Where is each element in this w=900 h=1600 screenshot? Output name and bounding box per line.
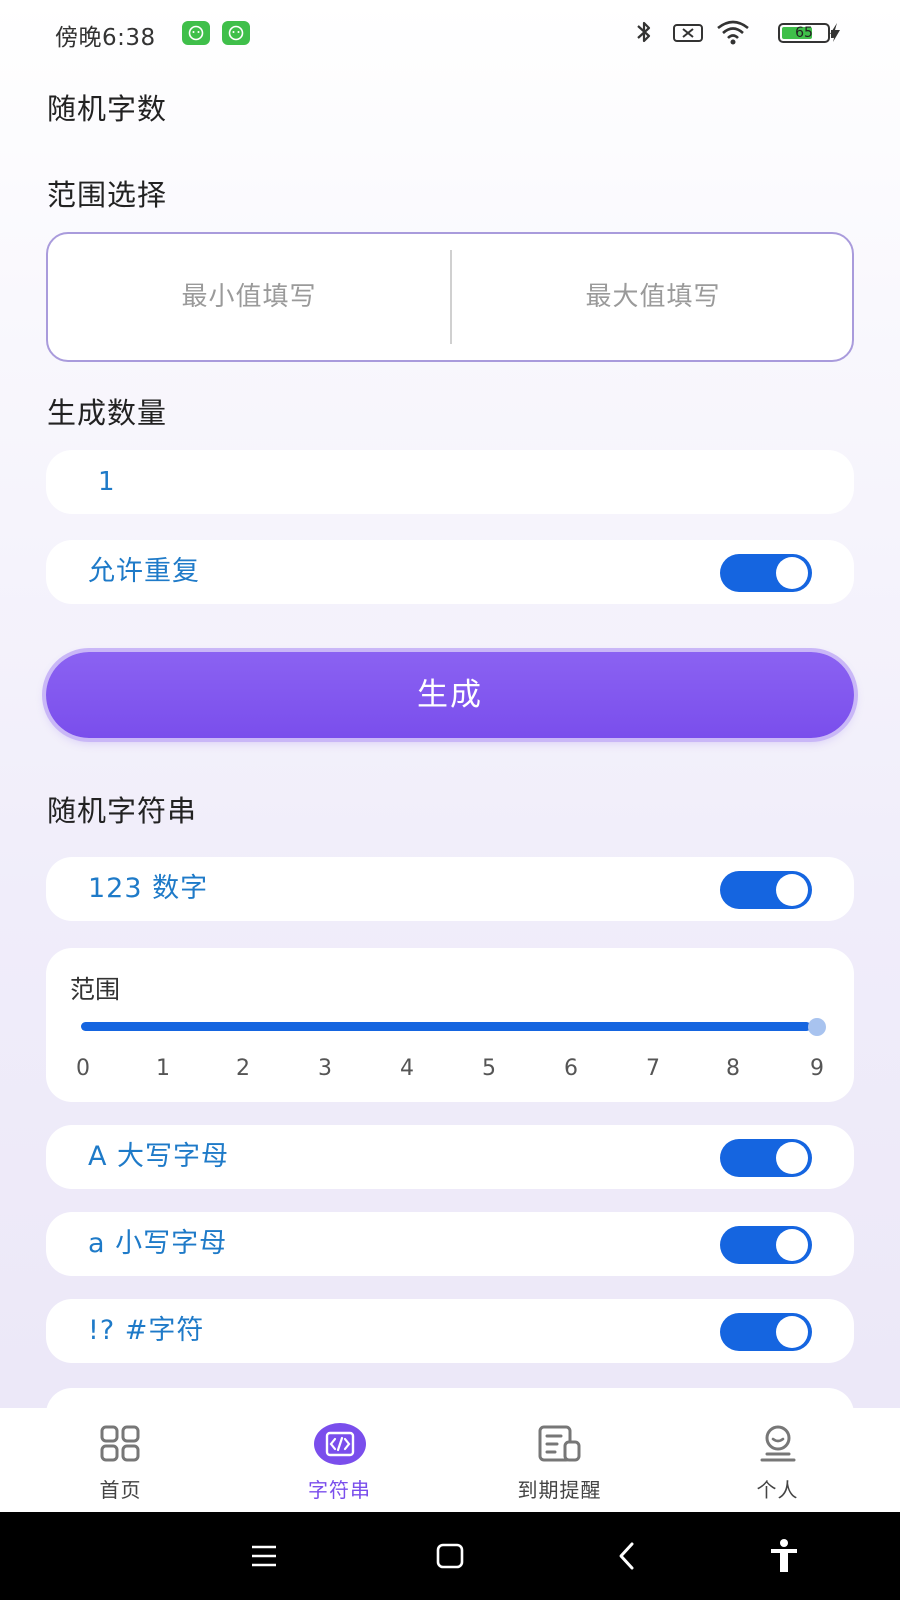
range-tick: 7	[646, 1056, 660, 1081]
uppercase-label: A 大写字母	[88, 1141, 230, 1172]
status-time: 傍晚6:38	[55, 25, 156, 51]
accessibility-icon[interactable]	[768, 1538, 800, 1574]
code-icon	[313, 1423, 366, 1465]
menu-icon[interactable]	[250, 1538, 278, 1574]
home-square-icon[interactable]	[436, 1538, 464, 1574]
range-tick: 3	[318, 1056, 332, 1081]
uppercase-toggle[interactable]	[720, 1139, 812, 1177]
lowercase-toggle[interactable]	[720, 1226, 812, 1264]
random-number-title: 随机字数	[47, 92, 168, 126]
digits-row: 123 数字	[46, 857, 854, 921]
range-tick: 5	[482, 1056, 496, 1081]
generate-button[interactable]: 生成	[46, 652, 854, 738]
digits-toggle[interactable]	[720, 871, 812, 909]
tab-home[interactable]: 首页	[8, 1408, 233, 1512]
uppercase-row: A 大写字母	[46, 1125, 854, 1189]
digit-range-slider-thumb[interactable]	[808, 1018, 826, 1036]
symbols-toggle[interactable]	[720, 1313, 812, 1351]
tab-string-label: 字符串	[308, 1478, 371, 1502]
sim-no-signal-icon	[673, 24, 703, 42]
range-tick: 8	[726, 1056, 740, 1081]
digits-label: 123 数字	[88, 873, 209, 904]
range-tick: 0	[76, 1056, 90, 1081]
allow-repeat-toggle[interactable]	[720, 554, 812, 592]
tab-reminder[interactable]: 到期提醒	[447, 1408, 672, 1512]
tab-profile-label: 个人	[756, 1478, 799, 1502]
charging-icon	[830, 23, 840, 42]
battery-icon: 65	[778, 23, 835, 43]
range-select-title: 范围选择	[47, 178, 168, 212]
bluetooth-icon	[637, 21, 651, 43]
symbols-row: !? #字符	[46, 1299, 854, 1363]
battery-level: 65	[795, 25, 813, 41]
count-title: 生成数量	[47, 396, 168, 430]
range-tick: 6	[564, 1056, 578, 1081]
digit-range-slider-track[interactable]	[81, 1022, 811, 1031]
notification-app-icon	[182, 21, 210, 45]
wifi-icon	[717, 20, 749, 45]
min-value-input[interactable]: 最小值填写	[48, 234, 450, 360]
home-grid-icon	[100, 1425, 139, 1462]
max-value-input[interactable]: 最大值填写	[452, 234, 854, 360]
bottom-tab-bar: 首页 字符串 到期提醒 个人	[0, 1408, 900, 1512]
count-value: 1	[98, 467, 115, 497]
reminder-icon	[538, 1425, 580, 1462]
allow-repeat-label: 允许重复	[88, 556, 200, 587]
digit-range-label: 范围	[70, 975, 121, 1004]
range-tick: 2	[236, 1056, 250, 1081]
symbols-label: !? #字符	[88, 1315, 205, 1346]
lowercase-row: a 小写字母	[46, 1212, 854, 1276]
tab-profile[interactable]: 个人	[665, 1408, 890, 1512]
digit-range-card: 范围 0 1 2 3 4 5 6 7 8 9	[46, 948, 854, 1102]
system-navigation-bar	[0, 1512, 900, 1600]
range-tick: 1	[156, 1056, 170, 1081]
range-tick: 9	[810, 1056, 824, 1081]
tab-reminder-label: 到期提醒	[517, 1478, 602, 1502]
notification-app-icon	[222, 21, 250, 45]
allow-repeat-row: 允许重复	[46, 540, 854, 604]
profile-icon	[760, 1425, 795, 1462]
lowercase-label: a 小写字母	[88, 1228, 228, 1259]
tab-home-label: 首页	[99, 1478, 142, 1502]
tab-string[interactable]: 字符串	[227, 1408, 452, 1512]
count-input[interactable]: 1	[46, 450, 854, 514]
status-bar: 傍晚6:38 65	[0, 0, 900, 64]
back-icon[interactable]	[616, 1538, 640, 1574]
range-tick: 4	[400, 1056, 414, 1081]
random-string-title: 随机字符串	[47, 794, 198, 828]
range-input-box: 最小值填写 最大值填写	[46, 232, 854, 362]
